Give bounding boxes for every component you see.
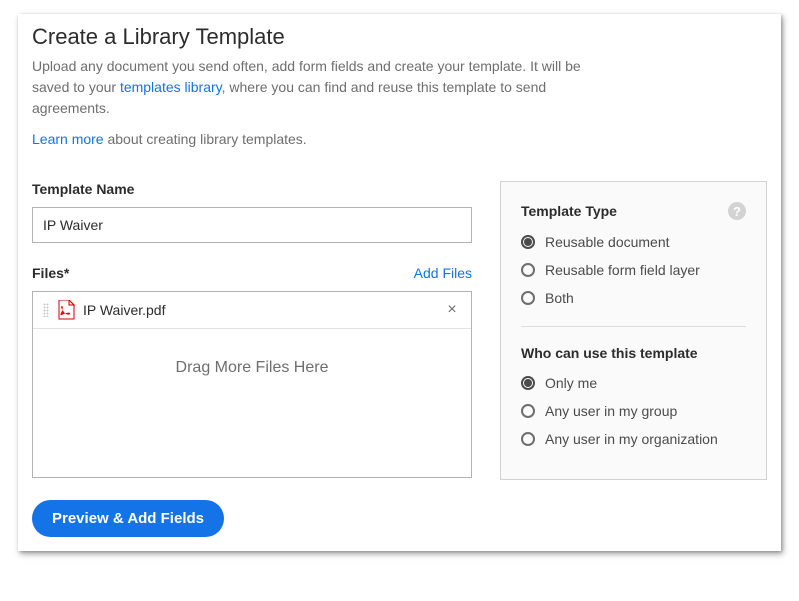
panel-divider bbox=[521, 326, 746, 327]
radio-icon bbox=[521, 263, 535, 277]
page-title: Create a Library Template bbox=[32, 14, 767, 50]
files-header: Files* Add Files bbox=[32, 265, 472, 281]
radio-icon bbox=[521, 376, 535, 390]
radio-icon bbox=[521, 432, 535, 446]
radio-label: Only me bbox=[545, 375, 597, 391]
learn-more-line: Learn more about creating library templa… bbox=[32, 131, 767, 147]
radio-label: Reusable document bbox=[545, 234, 670, 250]
preview-add-fields-button[interactable]: Preview & Add Fields bbox=[32, 500, 224, 537]
radio-any-user-org[interactable]: Any user in my organization bbox=[521, 431, 746, 447]
learn-more-post: about creating library templates. bbox=[104, 131, 307, 147]
drag-more-zone[interactable]: Drag More Files Here bbox=[33, 329, 471, 477]
template-type-heading-text: Template Type bbox=[521, 203, 617, 219]
radio-icon bbox=[521, 235, 535, 249]
radio-any-user-group[interactable]: Any user in my group bbox=[521, 403, 746, 419]
who-heading: Who can use this template bbox=[521, 345, 746, 361]
left-column: Template Name Files* Add Files IP W bbox=[32, 181, 472, 537]
radio-icon bbox=[521, 291, 535, 305]
radio-label: Reusable form field layer bbox=[545, 262, 700, 278]
radio-label: Both bbox=[545, 290, 574, 306]
template-name-input[interactable] bbox=[32, 207, 472, 243]
files-label: Files* bbox=[32, 265, 69, 281]
radio-label: Any user in my group bbox=[545, 403, 677, 419]
page-description: Upload any document you send often, add … bbox=[32, 56, 592, 119]
options-panel: Template Type ? Reusable document Reusab… bbox=[500, 181, 767, 480]
help-icon[interactable]: ? bbox=[728, 202, 746, 220]
radio-label: Any user in my organization bbox=[545, 431, 718, 447]
columns: Template Name Files* Add Files IP W bbox=[32, 181, 767, 537]
learn-more-link[interactable]: Learn more bbox=[32, 131, 104, 147]
radio-reusable-document[interactable]: Reusable document bbox=[521, 234, 746, 250]
radio-icon bbox=[521, 404, 535, 418]
page-container: Create a Library Template Upload any doc… bbox=[18, 14, 781, 551]
template-type-heading: Template Type ? bbox=[521, 202, 746, 220]
file-name: IP Waiver.pdf bbox=[83, 302, 435, 318]
pdf-icon bbox=[57, 300, 75, 320]
template-name-label: Template Name bbox=[32, 181, 472, 197]
remove-file-icon[interactable]: × bbox=[443, 301, 461, 319]
radio-both[interactable]: Both bbox=[521, 290, 746, 306]
files-box: IP Waiver.pdf × Drag More Files Here bbox=[32, 291, 472, 478]
right-column: Template Type ? Reusable document Reusab… bbox=[500, 181, 767, 480]
drag-handle-icon[interactable] bbox=[43, 303, 49, 317]
add-files-link[interactable]: Add Files bbox=[414, 265, 472, 281]
templates-library-link[interactable]: templates library bbox=[120, 79, 222, 95]
file-row[interactable]: IP Waiver.pdf × bbox=[33, 292, 471, 329]
radio-only-me[interactable]: Only me bbox=[521, 375, 746, 391]
who-heading-text: Who can use this template bbox=[521, 345, 698, 361]
radio-reusable-form-layer[interactable]: Reusable form field layer bbox=[521, 262, 746, 278]
